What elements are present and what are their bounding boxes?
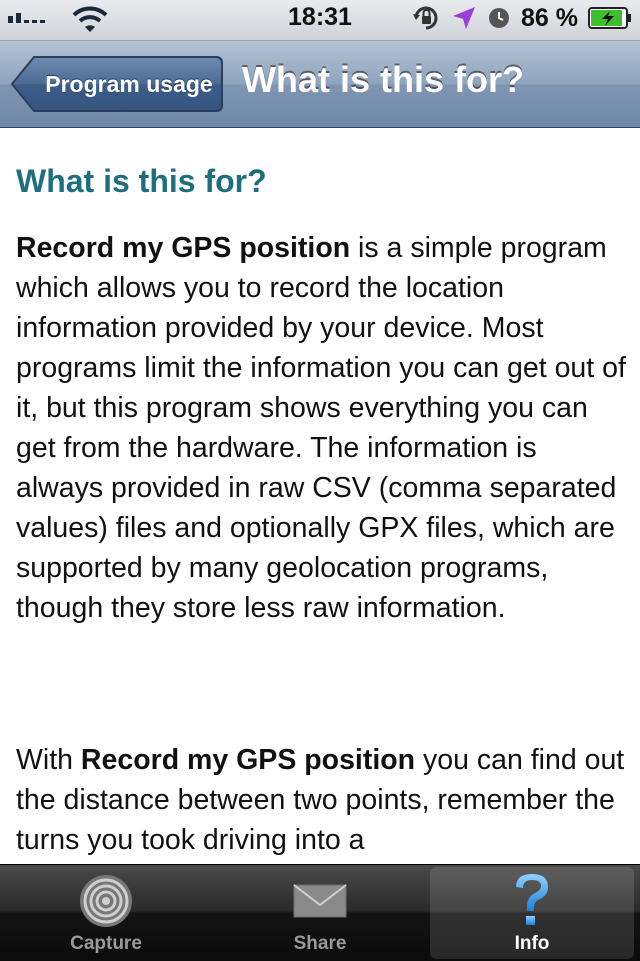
battery-percent: 86 % bbox=[521, 3, 578, 32]
rotation-lock-icon bbox=[413, 6, 438, 30]
tab-share-label: Share bbox=[293, 933, 347, 954]
tab-share[interactable]: Share bbox=[218, 867, 422, 959]
paragraph-usage-start: With bbox=[16, 744, 81, 776]
status-right: 86 % bbox=[411, 3, 632, 33]
navigation-bar: Program usage What is this for? bbox=[0, 41, 640, 128]
back-button-label: Program usage bbox=[45, 71, 213, 97]
paragraph-intro-text: is a simple program which allows you to … bbox=[16, 232, 626, 624]
section-heading: What is this for? bbox=[16, 163, 267, 199]
capture-icon bbox=[80, 875, 132, 927]
tab-capture[interactable]: Capture bbox=[4, 867, 208, 959]
location-icon bbox=[453, 7, 476, 29]
tab-info[interactable]: Info bbox=[430, 867, 634, 959]
alarm-icon bbox=[489, 8, 510, 28]
question-icon bbox=[516, 874, 548, 925]
nav-title: What is this for? bbox=[242, 59, 524, 100]
app-name-bold-2: Record my GPS position bbox=[80, 744, 416, 776]
back-button[interactable]: Program usage bbox=[10, 55, 224, 113]
envelope-icon bbox=[293, 884, 347, 918]
tab-capture-label: Capture bbox=[70, 933, 142, 954]
battery-icon bbox=[588, 7, 631, 29]
paragraph-intro: Record my GPS position is a simple progr… bbox=[16, 228, 626, 628]
tab-bar: Capture Share Info bbox=[0, 864, 640, 961]
app-name-bold: Record my GPS position bbox=[16, 232, 351, 264]
paragraph-usage: With Record my GPS position you can find… bbox=[16, 740, 626, 860]
tab-info-label: Info bbox=[514, 933, 550, 954]
status-bar: 18:31 86 % bbox=[0, 0, 640, 41]
info-content[interactable]: What is this for? Record my GPS position… bbox=[0, 128, 640, 864]
